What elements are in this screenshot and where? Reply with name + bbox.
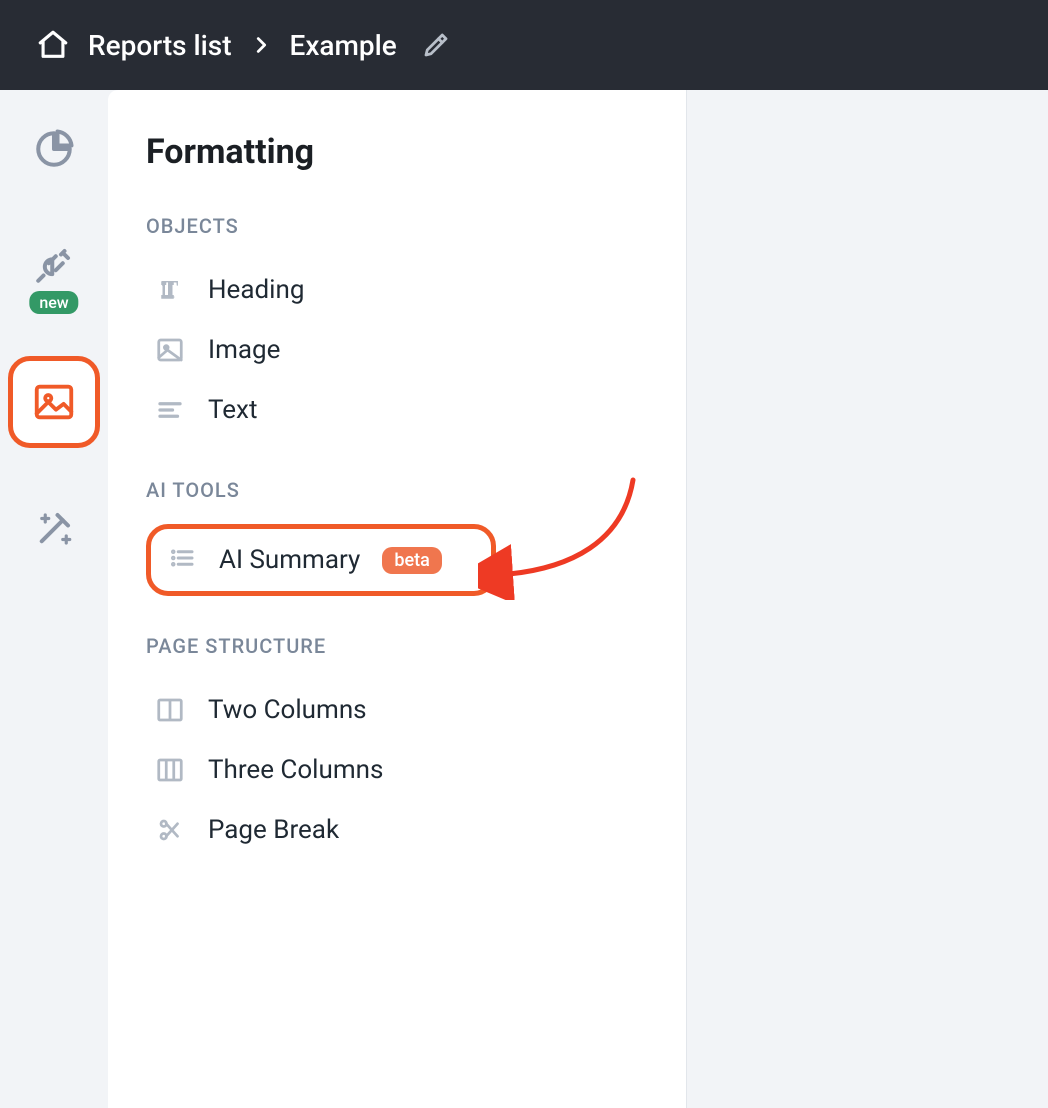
object-label: Page Break [208,815,339,845]
text-icon [154,394,186,426]
plug-icon [33,244,75,286]
new-badge: new [29,291,78,314]
structure-item-page-break[interactable]: Page Break [146,800,648,860]
image-icon [31,379,77,425]
ai-summary-item[interactable]: AI Summary beta [146,524,496,596]
object-label: Image [208,335,280,365]
main-area: new Formatting OBJECTS [0,90,1048,1108]
three-columns-icon [154,754,186,786]
rail-item-formatting[interactable] [8,356,100,448]
topbar: Reports list Example [0,0,1048,90]
home-icon[interactable] [36,28,70,62]
nav-rail: new [0,90,108,1108]
two-columns-icon [154,694,186,726]
section-page-structure: PAGE STRUCTURE Two Columns [146,634,648,860]
image-small-icon [154,334,186,366]
object-item-image[interactable]: Image [146,320,648,380]
section-label-objects: OBJECTS [146,214,648,238]
section-objects: OBJECTS T Heading Image [146,214,648,440]
list-icon [167,543,197,577]
ai-summary-label: AI Summary [219,545,360,575]
panel-title: Formatting [146,132,648,172]
breadcrumb-root[interactable]: Reports list [88,29,232,62]
heading-icon: T [154,274,186,306]
magic-wand-icon [33,508,75,550]
structure-item-three-columns[interactable]: Three Columns [146,740,648,800]
rail-item-chart[interactable] [8,124,100,174]
structure-item-two-columns[interactable]: Two Columns [146,680,648,740]
chevron-right-icon [250,34,272,56]
rail-item-magic[interactable] [8,504,100,554]
object-label: Two Columns [208,695,367,725]
page-break-icon [154,814,186,846]
breadcrumb-current[interactable]: Example [290,29,397,62]
object-item-heading[interactable]: T Heading [146,260,648,320]
svg-text:T: T [162,277,179,304]
edit-icon[interactable] [421,30,451,60]
beta-badge: beta [382,547,441,574]
object-label: Three Columns [208,755,383,785]
section-label-structure: PAGE STRUCTURE [146,634,648,658]
section-label-ai: AI TOOLS [146,478,648,502]
object-label: Text [208,395,257,425]
content-area [686,90,1048,1108]
rail-item-plugin[interactable]: new [8,230,100,300]
object-item-text[interactable]: Text [146,380,648,440]
object-label: Heading [208,275,304,305]
formatting-panel: Formatting OBJECTS T Heading Image [108,90,686,1108]
pie-chart-icon [33,128,75,170]
section-ai-tools: AI TOOLS AI Summary beta [146,478,648,596]
